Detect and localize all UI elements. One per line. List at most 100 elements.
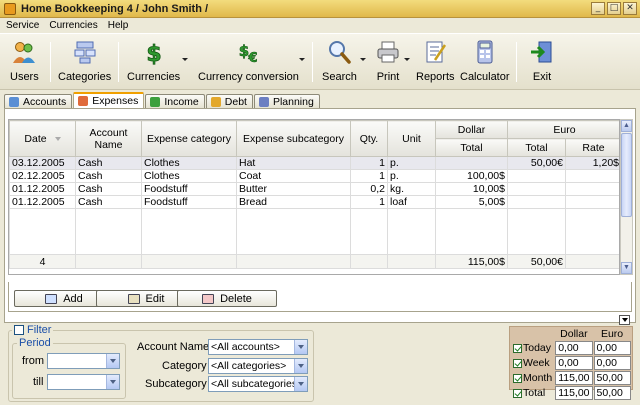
calculator-button[interactable]: Calculator (460, 37, 510, 87)
currencies-button[interactable]: $ Currencies (127, 37, 180, 87)
menu-service[interactable]: Service (5, 20, 40, 31)
chevron-down-icon[interactable] (106, 375, 119, 389)
chevron-down-icon[interactable] (294, 359, 307, 373)
reports-button[interactable]: Reports (416, 37, 455, 87)
search-dropdown-arrow[interactable] (360, 58, 366, 61)
menu-currencies[interactable]: Currencies (48, 20, 98, 31)
period-label: Period (17, 337, 53, 349)
delete-button[interactable]: Delete (177, 290, 277, 307)
svg-text:$: $ (146, 42, 161, 65)
printer-icon (375, 39, 401, 65)
tab-accounts[interactable]: Accounts (4, 94, 73, 108)
month-checkbox[interactable] (513, 373, 522, 383)
toolbar: Users Categories $ Currencies $ € Currenc… (0, 33, 640, 90)
subcategory-label: Subcategory (145, 378, 207, 390)
users-icon (11, 39, 37, 65)
category-select[interactable]: <All categories> (208, 358, 308, 374)
column-header-qty[interactable]: Qty. (350, 120, 388, 157)
print-button[interactable]: Print (375, 37, 401, 87)
column-header-category[interactable]: Expense category (141, 120, 237, 157)
toolbar-separator (118, 42, 119, 82)
tab-strip: Accounts Expenses Income Debt Planning (4, 92, 321, 108)
filter-checkbox[interactable] (14, 325, 24, 335)
accounts-icon (9, 96, 19, 107)
toolbar-separator (50, 42, 51, 82)
tab-expenses[interactable]: Expenses (73, 92, 145, 108)
categories-button[interactable]: Categories (58, 37, 111, 87)
today-checkbox[interactable] (513, 343, 522, 353)
till-date-select[interactable] (47, 374, 120, 390)
summary-header-euro: Euro (600, 328, 624, 340)
close-button[interactable]: ✕ (623, 2, 637, 15)
app-window: Home Bookkeeping 4 / John Smith / _ □ ✕ … (0, 0, 640, 405)
categories-icon (72, 39, 98, 65)
table-row[interactable]: 01.12.2005 Cash Foodstuff Bread 1 loaf 5,00$ (9, 195, 619, 209)
debt-icon (210, 96, 221, 107)
scroll-up-arrow-icon[interactable]: ▲ (621, 120, 632, 132)
filter-toggle[interactable]: Filter (12, 324, 54, 336)
exit-door-icon (529, 39, 555, 65)
summary-row-today: Today 0,00 0,00 (511, 341, 631, 355)
period-group (12, 343, 126, 399)
toolbar-separator (312, 42, 313, 82)
svg-text:€: € (248, 51, 258, 65)
from-date-select[interactable] (47, 353, 120, 369)
scroll-down-arrow-icon[interactable]: ▼ (621, 262, 632, 274)
currency-conversion-button[interactable]: $ € Currency conversion (198, 37, 299, 87)
column-header-account[interactable]: Account Name (75, 120, 142, 157)
summary-panel: Dollar Euro Today 0,00 0,00 Week 0,00 0,00… (509, 326, 633, 400)
column-header-date[interactable]: Date (9, 120, 76, 157)
column-header-unit[interactable]: Unit (387, 120, 436, 157)
summary-row-total: Total 115,00 50,00 (511, 386, 631, 400)
summary-collapse-icon[interactable] (619, 315, 630, 325)
window-title: Home Bookkeeping 4 / John Smith / (21, 2, 209, 15)
delete-icon (202, 293, 215, 304)
scroll-thumb[interactable] (621, 133, 632, 217)
tab-debt[interactable]: Debt (205, 94, 253, 108)
summary-header-dollar: Dollar (560, 328, 588, 340)
column-header-dollar: Dollar (435, 120, 508, 139)
expenses-grid: Date Account Name Expense category Expen… (8, 119, 620, 275)
title-bar: Home Bookkeeping 4 / John Smith / _ □ ✕ (0, 0, 640, 18)
currency-exchange-icon: $ € (235, 39, 261, 65)
table-row[interactable]: 03.12.2005 Cash Clothes Hat 1 p. 50,00€ 1,20$ (9, 156, 619, 170)
conversion-dropdown-arrow[interactable] (299, 58, 305, 61)
calculator-icon (472, 39, 498, 65)
column-header-dollar-total[interactable]: Total (435, 138, 508, 157)
expenses-icon (78, 96, 89, 106)
tab-planning[interactable]: Planning (253, 94, 320, 108)
minimize-button[interactable]: _ (591, 2, 605, 15)
from-label: from (22, 355, 44, 367)
subcategory-select[interactable]: <All subcategories> (208, 376, 308, 392)
account-select[interactable]: <All accounts> (208, 339, 308, 355)
currencies-dropdown-arrow[interactable] (182, 58, 188, 61)
search-button[interactable]: Search (322, 37, 357, 87)
grid-vertical-scrollbar[interactable]: ▲ ▼ (620, 119, 633, 275)
tab-income[interactable]: Income (145, 94, 205, 108)
exit-button[interactable]: Exit (529, 37, 555, 87)
add-icon (45, 293, 58, 304)
summary-row-week: Week 0,00 0,00 (511, 356, 631, 370)
chevron-down-icon[interactable] (294, 340, 307, 354)
chevron-down-icon[interactable] (294, 377, 307, 391)
column-header-euro-total[interactable]: Total (507, 138, 566, 157)
table-row[interactable]: 01.12.2005 Cash Foodstuff Butter 0,2 kg. 10,0… (9, 182, 619, 196)
chevron-down-icon[interactable] (106, 354, 119, 368)
summary-row-month: Month 115,00 50,00 (511, 371, 631, 385)
column-header-euro-rate[interactable]: Rate (565, 138, 619, 157)
totals-row: 4 115,00$ 50,00€ (9, 254, 619, 269)
week-checkbox[interactable] (513, 358, 522, 368)
planning-icon (258, 96, 269, 107)
menu-bar: Service Currencies Help (0, 18, 640, 32)
app-icon (4, 2, 16, 15)
column-header-subcategory[interactable]: Expense subcategory (236, 120, 351, 157)
maximize-button[interactable]: □ (607, 2, 621, 15)
users-button[interactable]: Users (10, 37, 39, 87)
table-row[interactable]: 02.12.2005 Cash Clothes Coat 1 p. 100,00$ (9, 169, 619, 183)
total-checkbox[interactable] (513, 388, 522, 398)
column-header-euro: Euro (507, 120, 619, 139)
menu-help[interactable]: Help (107, 20, 130, 31)
toolbar-separator (516, 42, 517, 82)
edit-icon (127, 293, 140, 304)
print-dropdown-arrow[interactable] (404, 58, 410, 61)
